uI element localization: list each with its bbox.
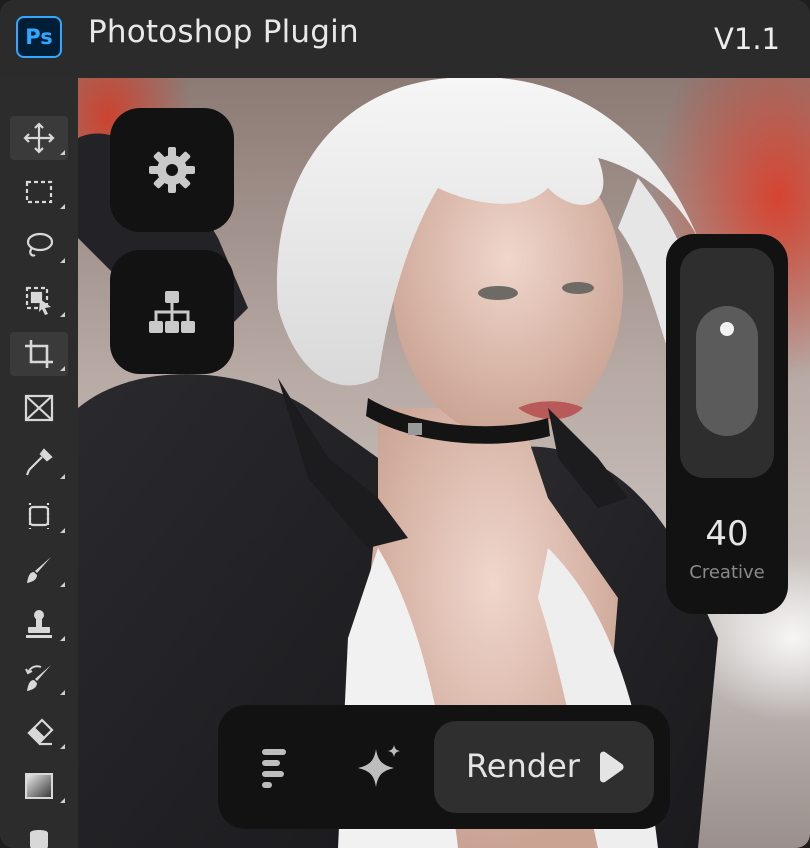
- lasso-icon: [26, 232, 54, 257]
- marquee-icon: [25, 180, 53, 204]
- history-brush-tool[interactable]: [10, 656, 68, 700]
- frame-tool[interactable]: [10, 386, 68, 430]
- hierarchy-icon: [149, 291, 195, 333]
- eyedropper-icon: [25, 448, 53, 476]
- object-select-icon: [25, 286, 51, 315]
- photoshop-logo: Ps: [16, 16, 62, 58]
- sparkle-button[interactable]: [352, 741, 404, 793]
- brush-tool[interactable]: [10, 548, 68, 592]
- workflow-button[interactable]: [110, 250, 234, 374]
- smudge-icon: [30, 830, 48, 848]
- creativity-slider-thumb[interactable]: [696, 306, 758, 437]
- eraser-icon: [27, 718, 54, 746]
- tools-panel: [0, 78, 78, 848]
- creativity-label: Creative: [689, 562, 765, 583]
- crop-icon: [25, 340, 53, 368]
- sparkle-icon: [358, 745, 400, 787]
- move-tool[interactable]: [10, 116, 68, 160]
- version-label: V1.1: [714, 22, 780, 56]
- healing-icon: [28, 503, 50, 529]
- creativity-slider-track[interactable]: [680, 248, 774, 478]
- slider-thumb-dot: [720, 322, 734, 337]
- eraser-tool[interactable]: [10, 710, 68, 754]
- eyedropper-tool[interactable]: [10, 440, 68, 484]
- title-bar: Ps Photoshop Plugin V1.1: [0, 0, 810, 78]
- play-icon: [600, 751, 624, 783]
- smudge-tool[interactable]: [10, 818, 68, 848]
- gradient-icon: [25, 773, 53, 799]
- gear-icon: [149, 147, 195, 193]
- app-title: Photoshop Plugin: [88, 14, 359, 50]
- healing-tool[interactable]: [10, 494, 68, 538]
- crop-tool[interactable]: [10, 332, 68, 376]
- creativity-value: 40: [705, 514, 749, 554]
- menu-lines-icon: [262, 749, 286, 788]
- stamp-tool[interactable]: [10, 602, 68, 646]
- gradient-tool[interactable]: [10, 764, 68, 808]
- render-label: Render: [466, 747, 580, 785]
- plugin-window: Ps Photoshop Plugin V1.1 40 Creative Ren…: [0, 0, 810, 848]
- object-select-tool[interactable]: [10, 278, 68, 322]
- frame-icon: [24, 394, 54, 422]
- stamp-icon: [26, 610, 52, 638]
- history-brush-icon: [25, 665, 51, 691]
- lasso-tool[interactable]: [10, 224, 68, 268]
- settings-button[interactable]: [110, 108, 234, 232]
- creativity-slider-panel: 40 Creative: [666, 234, 788, 614]
- move-icon: [23, 122, 55, 154]
- menu-button[interactable]: [248, 741, 300, 793]
- render-button[interactable]: Render: [434, 721, 654, 813]
- brush-icon: [27, 557, 51, 583]
- bottom-action-bar: Render: [218, 705, 670, 829]
- marquee-tool[interactable]: [10, 170, 68, 214]
